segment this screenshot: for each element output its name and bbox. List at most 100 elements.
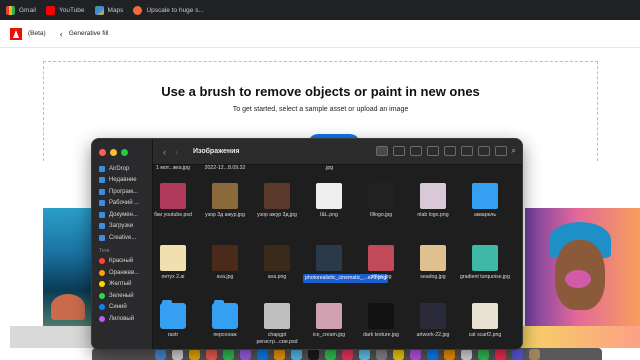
image-thumbnail (264, 245, 290, 271)
file-item[interactable]: петух 2.ai (147, 245, 199, 281)
dock-app-icon[interactable] (171, 348, 183, 360)
sidebar-item-downloads[interactable]: Загрузки (92, 221, 153, 233)
icon-view-icon[interactable] (375, 146, 388, 156)
page-title: Use a brush to remove objects or paint i… (161, 84, 480, 99)
file-item[interactable]: бки youtube.psd (147, 183, 199, 219)
file-item[interactable]: dark texture.jpg (355, 303, 407, 339)
finder-window: AirDrop Недавние Програм... Рабочий ... … (91, 138, 523, 350)
file-item[interactable]: nlab logo.png (407, 183, 459, 219)
adobe-logo-icon[interactable] (10, 27, 22, 40)
file-item[interactable]: узор ажур 3д.jpg (251, 183, 303, 219)
file-name: cat scarf2.png (468, 332, 502, 338)
dock-app-icon[interactable] (256, 348, 268, 360)
dock-app-icon[interactable] (528, 348, 540, 360)
dock-app-icon[interactable] (154, 348, 166, 360)
file-item[interactable]: IIllogo.jpg (355, 183, 407, 219)
file-item[interactable]: chapgpt регистр...сии.psd (251, 303, 303, 345)
file-item[interactable] (511, 183, 522, 212)
bookmark-upscale[interactable]: Upscale to huge s... (133, 5, 204, 15)
dock-app-icon[interactable] (358, 348, 370, 360)
file-item[interactable]: seadog.jpg (407, 245, 459, 281)
dock-app-icon[interactable] (290, 348, 302, 360)
bookmark-gmail[interactable]: Gmail (6, 5, 36, 15)
dock-app-icon[interactable] (477, 348, 489, 360)
file-item[interactable]: персонаж (199, 300, 251, 339)
tag-blue[interactable]: Синий (92, 302, 153, 314)
file-item[interactable]: ava.png (251, 245, 303, 281)
file-item[interactable]: эмб (511, 245, 522, 281)
file-name: 1 мот...жка.jpg (156, 165, 190, 171)
tag-purple[interactable]: Лиловый (92, 313, 153, 325)
dock-app-icon[interactable] (443, 348, 455, 360)
cloud-icon (99, 234, 105, 241)
bookmark-label: Maps (107, 6, 124, 14)
file-item[interactable]: cat scarf2.png (459, 303, 511, 339)
dock-app-icon[interactable] (188, 348, 200, 360)
tag-orange[interactable]: Оранжев... (92, 267, 153, 279)
folder-title: Изображения (193, 148, 240, 155)
dock-app-icon[interactable] (205, 348, 217, 360)
dock-app-icon[interactable] (222, 348, 234, 360)
group-icon[interactable] (443, 146, 456, 156)
close-window-icon[interactable] (99, 149, 106, 156)
breadcrumb[interactable]: Generative fill (69, 30, 109, 37)
minimize-window-icon[interactable] (110, 149, 117, 156)
file-item[interactable]: .jpg (303, 165, 355, 172)
file-item[interactable]: cat (511, 303, 522, 339)
dock-app-icon[interactable] (307, 348, 319, 360)
sidebar-item-documents[interactable]: Докумен... (92, 209, 153, 221)
paint-shape (565, 270, 591, 288)
dock-app-icon[interactable] (273, 348, 285, 360)
search-icon[interactable]: ⌕ (512, 146, 516, 156)
file-item[interactable]: rastr (147, 300, 199, 339)
file-item[interactable]: узор 3д ажур.jpg (199, 183, 251, 219)
dock-app-icon[interactable] (460, 348, 472, 360)
bookmark-label: YouTube (58, 6, 85, 14)
dock-app-icon[interactable] (511, 348, 523, 360)
chevron-left-icon[interactable]: ‹ (60, 29, 63, 39)
tag-icon[interactable] (477, 146, 490, 156)
sidebar-item-creative-cloud[interactable]: Creative... (92, 232, 153, 244)
file-item[interactable]: ice_cream.jpg (303, 303, 355, 339)
zoom-window-icon[interactable] (121, 149, 128, 156)
file-item[interactable]: artwork-22.jpg (407, 303, 459, 339)
more-icon[interactable] (494, 146, 507, 156)
file-item[interactable]: pillow.jpg (355, 245, 407, 281)
sidebar-item-applications[interactable]: Програм... (92, 186, 153, 198)
dock-app-icon[interactable] (392, 348, 404, 360)
sidebar-item-desktop[interactable]: Рабочий ... (92, 198, 153, 210)
bookmark-youtube[interactable]: YouTube (45, 5, 85, 15)
file-item[interactable]: 2022-12...8.09.32 (199, 165, 251, 172)
file-item[interactable]: ava.jpg (199, 245, 251, 281)
dock-app-icon[interactable] (324, 348, 336, 360)
back-icon[interactable]: ‹ (163, 147, 175, 157)
tag-green[interactable]: Зеленый (92, 290, 153, 302)
image-thumbnail (472, 183, 498, 209)
dock-app-icon[interactable] (426, 348, 438, 360)
sidebar-item-airdrop[interactable]: AirDrop (92, 163, 153, 175)
file-item[interactable]: акварель (459, 183, 511, 219)
file-item[interactable]: эмб (511, 165, 522, 172)
dock-app-icon[interactable] (341, 348, 353, 360)
sample-asset-portrait[interactable] (525, 208, 640, 326)
forward-icon[interactable]: › (175, 147, 187, 157)
file-item[interactable]: photorealistic_cinematic_...e70.png (303, 245, 389, 283)
bookmark-maps[interactable]: Maps (94, 5, 124, 15)
dock-app-icon[interactable] (239, 348, 251, 360)
list-view-icon[interactable] (392, 146, 405, 156)
file-item[interactable]: gradient turquoise.jpg (459, 245, 511, 281)
share-icon[interactable] (460, 146, 473, 156)
gallery-view-icon[interactable] (426, 146, 439, 156)
dock-app-icon[interactable] (375, 348, 387, 360)
dock-app-icon[interactable] (409, 348, 421, 360)
sidebar-item-recents[interactable]: Недавние (92, 175, 153, 187)
tag-yellow[interactable]: Желтый (92, 279, 153, 291)
tag-red[interactable]: Красный (92, 256, 153, 268)
dock-app-icon[interactable] (494, 348, 506, 360)
column-view-icon[interactable] (409, 146, 422, 156)
file-item[interactable]: I&L.png (303, 183, 355, 219)
bookmarks-bar: Gmail YouTube Maps Upscale to huge s... (0, 0, 640, 20)
sidebar-item-label: Загрузки (109, 223, 134, 230)
image-thumbnail (472, 245, 498, 271)
file-item[interactable]: 1 мот...жка.jpg (147, 165, 199, 172)
